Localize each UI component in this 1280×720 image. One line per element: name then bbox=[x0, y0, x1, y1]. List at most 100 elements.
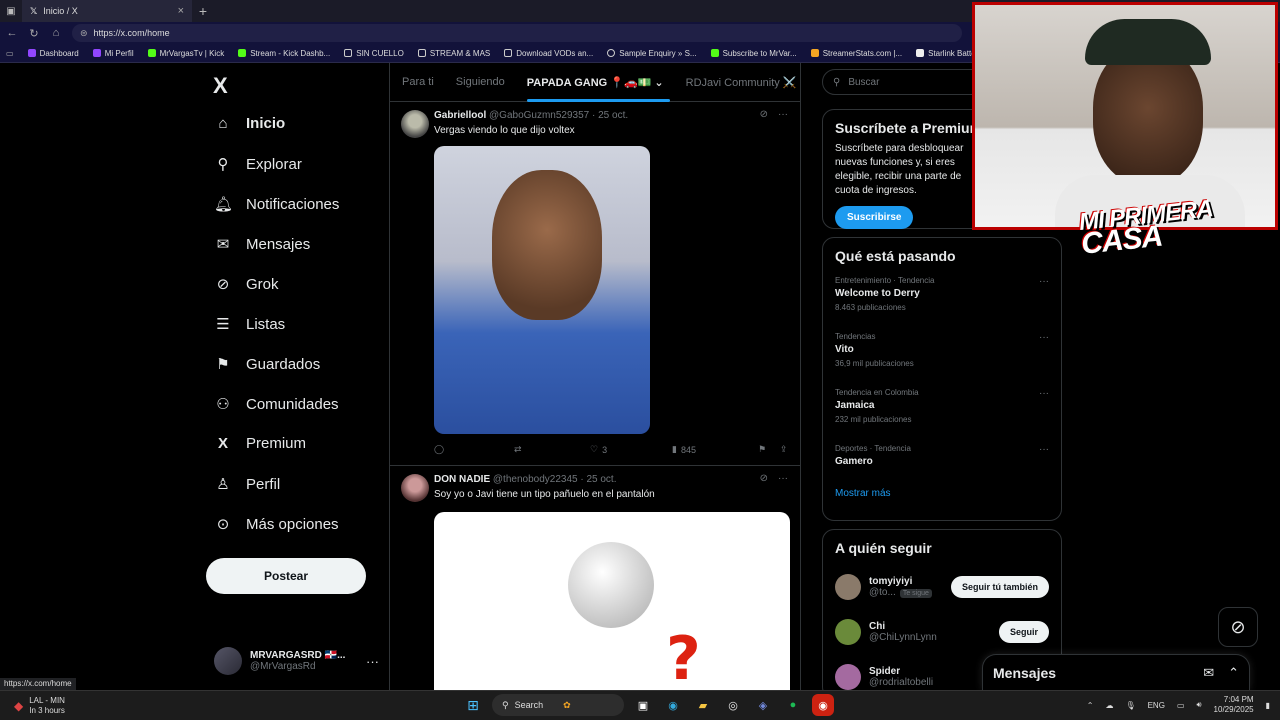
tab-actions-icon[interactable]: ▣ bbox=[0, 6, 22, 17]
volume-icon[interactable]: 🔊︎ bbox=[1197, 700, 1202, 710]
author-name[interactable]: DON NADIE bbox=[434, 474, 490, 485]
author-name[interactable]: Gabriellool bbox=[434, 110, 486, 121]
bookmark-item[interactable]: Download VODs an... bbox=[504, 49, 593, 58]
grok-icon[interactable]: ⊘ bbox=[760, 109, 768, 120]
grok-icon[interactable]: ⊘ bbox=[760, 473, 768, 484]
edge-icon[interactable]: ◉ bbox=[662, 694, 684, 716]
show-more-link[interactable]: Mostrar más bbox=[835, 488, 1049, 499]
sports-widget[interactable]: ◆ LAL - MIN In 3 hours bbox=[14, 696, 65, 716]
language-indicator[interactable]: ENG bbox=[1148, 701, 1165, 710]
tab-rdjavi-community[interactable]: RDJavi Community ⚔️ bbox=[686, 76, 797, 89]
like-button[interactable]: ♡ 3 bbox=[590, 444, 672, 455]
nav-item-grok[interactable]: ⊘ Grok bbox=[214, 275, 279, 294]
task-view-icon[interactable]: ▣ bbox=[632, 694, 654, 716]
bookmark-item[interactable]: StreamerStats.com |... bbox=[810, 49, 902, 58]
share-button[interactable]: ⇪ bbox=[780, 444, 788, 455]
home-browser-icon[interactable]: ⌂ bbox=[50, 27, 62, 39]
kick-icon bbox=[147, 49, 156, 57]
follow-suggestion[interactable]: tomyiyiyi @to... Te sigue Seguir tú tambié… bbox=[835, 564, 1049, 609]
account-switcher[interactable]: MRVARGASRD 🇩🇴... @MrVargasRd ··· bbox=[214, 643, 379, 679]
tab-following[interactable]: Siguiendo bbox=[456, 76, 505, 88]
bookmarks-menu-icon[interactable]: ▭ bbox=[6, 49, 14, 58]
avatar[interactable] bbox=[401, 474, 429, 502]
more-icon[interactable]: ··· bbox=[366, 654, 379, 669]
x-logo-icon[interactable]: X bbox=[213, 73, 228, 99]
bookmark-item[interactable]: Sample Enquiry » S... bbox=[607, 49, 697, 58]
site-info-icon[interactable]: ⊜ bbox=[80, 28, 88, 39]
chevron-up-icon[interactable]: ⌃ bbox=[1087, 701, 1094, 710]
taskbar-search[interactable]: ⚲ Search ✿ bbox=[492, 694, 624, 716]
url-input[interactable]: ⊜ https://x.com/home bbox=[72, 24, 962, 42]
trend-item[interactable]: Entretenimiento · Tendencia Welcome to De… bbox=[835, 276, 1049, 332]
more-icon[interactable]: ··· bbox=[1039, 388, 1049, 399]
close-tab-icon[interactable]: × bbox=[178, 5, 184, 17]
trend-item[interactable]: Deportes · Tendencia Gamero ··· bbox=[835, 444, 1049, 488]
bookmark-button[interactable]: ⚑ bbox=[758, 444, 780, 455]
grok-floating-button[interactable]: ⊘ bbox=[1218, 607, 1258, 647]
author-handle[interactable]: @GaboGuzmn529357 · 25 oct. bbox=[489, 110, 628, 121]
more-icon[interactable]: ··· bbox=[778, 109, 788, 120]
nav-item-lists[interactable]: ☰ Listas bbox=[214, 315, 285, 334]
subscribe-button[interactable]: Suscribirse bbox=[835, 206, 914, 229]
new-message-icon[interactable]: ✉ bbox=[1203, 665, 1214, 681]
more-icon[interactable]: ··· bbox=[1039, 444, 1049, 455]
microphone-icon[interactable]: 🎙︎ bbox=[1125, 701, 1135, 710]
views-button[interactable]: ▮ 845 bbox=[672, 444, 758, 455]
tab-for-you[interactable]: Para ti bbox=[402, 76, 434, 88]
nav-item-communities[interactable]: ⚇ Comunidades bbox=[214, 395, 338, 414]
more-icon[interactable]: ··· bbox=[1039, 332, 1049, 343]
chrome-icon[interactable]: ◎ bbox=[722, 694, 744, 716]
bookmark-item[interactable]: Mi Perfil bbox=[92, 49, 134, 58]
obs-icon[interactable]: ◉ bbox=[812, 694, 834, 716]
tweet-image[interactable] bbox=[434, 146, 650, 434]
clock[interactable]: 7:04 PM 10/29/2025 bbox=[1214, 695, 1254, 715]
reload-icon[interactable]: ↻ bbox=[28, 27, 40, 40]
tweet-image[interactable]: ? bbox=[434, 512, 790, 690]
onedrive-icon[interactable]: ☁ bbox=[1105, 701, 1113, 710]
spotify-icon[interactable]: ● bbox=[782, 694, 804, 716]
nav-item-messages[interactable]: ✉ Mensajes bbox=[214, 235, 311, 254]
expand-icon[interactable]: ⌃ bbox=[1228, 665, 1239, 681]
nav-item-premium[interactable]: X Premium bbox=[214, 435, 306, 452]
nav-item-bookmarks[interactable]: ⚑ Guardados bbox=[214, 355, 320, 374]
file-explorer-icon[interactable]: ▰ bbox=[692, 694, 714, 716]
follow-suggestion[interactable]: Chi @ChiLynnLynn Seguir bbox=[835, 609, 1049, 654]
bookmark-item[interactable]: STREAM & MAS bbox=[417, 49, 490, 58]
notification-icon[interactable]: ▮ bbox=[1266, 701, 1270, 710]
post-button[interactable]: Postear bbox=[206, 558, 366, 594]
more-icon[interactable]: ··· bbox=[778, 473, 788, 484]
reply-button[interactable]: ◯ bbox=[434, 444, 514, 455]
tab-papada-gang[interactable]: PAPADA GANG 📍🚗💵 ⌄ bbox=[526, 76, 670, 102]
trend-item[interactable]: Tendencia en Colombia Jamaica 232 mil publ… bbox=[835, 388, 1049, 444]
kick-icon bbox=[710, 49, 719, 57]
browser-tab-active[interactable]: 𝕏 Inicio / X × bbox=[22, 0, 192, 22]
network-icon[interactable]: ▭ bbox=[1177, 701, 1185, 710]
discord-icon[interactable]: ◈ bbox=[752, 694, 774, 716]
bookmark-item[interactable]: SIN CUELLO bbox=[344, 49, 404, 58]
tweet[interactable]: DON NADIE @thenobody22345 · 25 oct. ⊘ ···… bbox=[390, 466, 800, 690]
author-handle[interactable]: @thenobody22345 · 25 oct. bbox=[493, 474, 617, 485]
bookmark-item[interactable]: Subscribe to MrVar... bbox=[710, 49, 797, 58]
nav-item-explore[interactable]: ⚲ Explorar bbox=[214, 155, 302, 174]
search-icon: ⚲ bbox=[217, 156, 229, 173]
chevron-down-icon[interactable]: ⌄ bbox=[654, 77, 663, 89]
nav-item-more[interactable]: ⊙ Más opciones bbox=[214, 515, 339, 534]
trend-item[interactable]: Tendencias Vito 36,9 mil publicaciones ··· bbox=[835, 332, 1049, 388]
follow-button[interactable]: Seguir bbox=[998, 620, 1049, 643]
back-icon[interactable]: ← bbox=[6, 27, 18, 39]
bookmark-item[interactable]: Dashboard bbox=[27, 49, 79, 58]
new-tab-button[interactable]: + bbox=[192, 3, 214, 19]
messages-drawer[interactable]: Mensajes ✉ ⌃ bbox=[982, 654, 1250, 690]
webcam-overlay bbox=[972, 2, 1278, 230]
nav-item-profile[interactable]: ♙ Perfil bbox=[214, 475, 280, 494]
bookmark-item[interactable]: Stream - Kick Dashb... bbox=[238, 49, 330, 58]
bookmark-item[interactable]: MrVargasTv | Kick bbox=[147, 49, 224, 58]
nav-item-home[interactable]: ⌂ Inicio bbox=[214, 115, 285, 132]
tweet[interactable]: Gabriellool @GaboGuzmn529357 · 25 oct. ⊘… bbox=[390, 102, 800, 466]
avatar[interactable] bbox=[401, 110, 429, 138]
follow-back-button[interactable]: Seguir tú también bbox=[950, 575, 1049, 598]
more-icon[interactable]: ··· bbox=[1039, 276, 1049, 287]
retweet-button[interactable]: ⇄ bbox=[514, 444, 590, 455]
nav-item-notifications[interactable]: 🔔︎ Notificaciones bbox=[214, 195, 339, 214]
windows-start-icon[interactable]: ⊞ bbox=[462, 694, 484, 716]
